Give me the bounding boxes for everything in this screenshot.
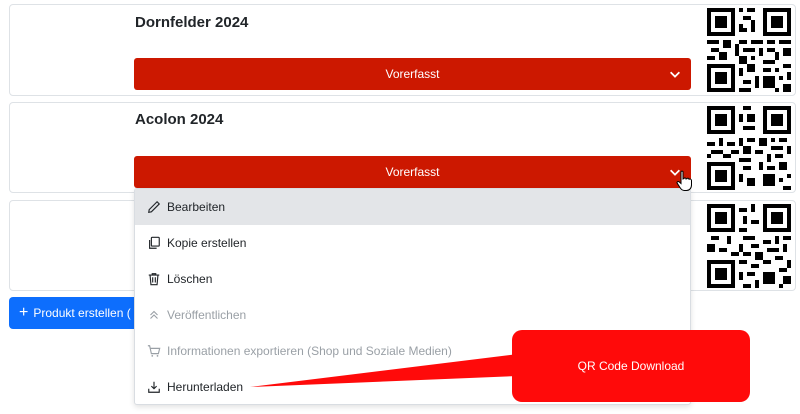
- menu-item-bearbeiten[interactable]: Bearbeiten: [135, 189, 690, 225]
- menu-item-label: Löschen: [167, 272, 213, 286]
- menu-item-label: Informationen exportieren (Shop und Sozi…: [167, 344, 452, 358]
- menu-item-label: Bearbeiten: [167, 200, 226, 214]
- menu-item-label: Herunterladen: [167, 380, 244, 394]
- hand-cursor-icon: [676, 170, 692, 191]
- create-product-label: Produkt erstellen (: [33, 306, 131, 320]
- status-dropdown-button[interactable]: Vorerfasst: [134, 58, 691, 90]
- create-product-button[interactable]: + Produkt erstellen (: [9, 297, 134, 329]
- copy-icon: [149, 236, 160, 249]
- chevrons-up-icon: [150, 310, 158, 319]
- chevron-down-icon: [670, 71, 680, 78]
- menu-item-loeschen[interactable]: Löschen: [135, 261, 690, 297]
- qr-code-icon: [707, 204, 791, 288]
- menu-item-label: Veröffentlichen: [167, 308, 247, 322]
- cart-icon: [147, 345, 161, 357]
- status-dropdown-button[interactable]: Vorerfasst: [134, 156, 691, 188]
- download-icon: [148, 381, 160, 393]
- status-label: Vorerfasst: [385, 165, 440, 179]
- qr-code-icon: [707, 106, 791, 190]
- pencil-icon: [148, 200, 161, 213]
- menu-item-kopie-erstellen[interactable]: Kopie erstellen: [135, 225, 690, 261]
- trash-icon: [148, 273, 160, 286]
- product-title: Acolon 2024: [135, 111, 224, 128]
- callout-label: QR Code Download: [512, 330, 750, 402]
- menu-item-veroeffentlichen: Veröffentlichen: [135, 297, 690, 333]
- menu-item-label: Kopie erstellen: [167, 236, 247, 250]
- product-title: Dornfelder 2024: [135, 14, 249, 31]
- qr-code-icon: [707, 8, 791, 92]
- plus-icon: +: [19, 304, 29, 321]
- status-label: Vorerfasst: [385, 67, 440, 81]
